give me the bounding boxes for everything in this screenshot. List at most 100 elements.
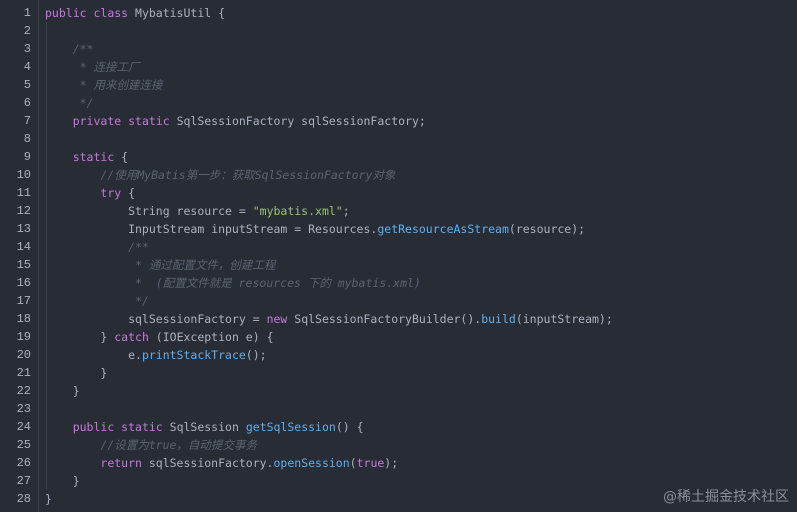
code-line[interactable]: 23	[0, 400, 797, 418]
code-token: return	[100, 456, 149, 470]
line-code: /**	[45, 40, 94, 58]
code-token: {	[218, 6, 226, 20]
code-token: (	[349, 456, 357, 470]
line-code: * 通过配置文件，创建工程	[45, 256, 275, 274]
line-number: 2	[23, 24, 31, 38]
code-token: e.	[45, 348, 142, 362]
code-line[interactable]: 6 */	[0, 94, 797, 112]
code-token: }	[45, 492, 52, 506]
code-token: private	[72, 114, 129, 128]
line-code: }	[45, 490, 52, 508]
code-token: static	[128, 114, 177, 128]
code-token: sqlSessionFactory.	[148, 456, 274, 470]
code-line[interactable]: 13 InputStream inputStream = Resources.g…	[0, 220, 797, 238]
line-code: return sqlSessionFactory.openSession(tru…	[45, 454, 398, 472]
code-line[interactable]: 5 * 用来创建连接	[0, 76, 797, 94]
line-code: private static SqlSessionFactory sqlSess…	[45, 112, 426, 130]
code-line[interactable]: 18 sqlSessionFactory = new SqlSessionFac…	[0, 310, 797, 328]
line-code: * (配置文件就是 resources 下的 mybatis.xml)	[45, 274, 421, 292]
code-editor[interactable]: 1 public class MybatisUtil {2 3 /** 4 * 连接工…	[0, 0, 797, 512]
code-line[interactable]: 20 e.printStackTrace();	[0, 346, 797, 364]
code-token: public	[45, 6, 94, 20]
code-line[interactable]: 21 }	[0, 364, 797, 382]
code-line[interactable]: 7 private static SqlSessionFactory sqlSe…	[0, 112, 797, 130]
line-number: 15	[16, 258, 31, 272]
code-token: InputStream inputStream = Resources.	[45, 222, 378, 236]
line-number: 20	[16, 348, 31, 362]
line-number: 14	[16, 240, 31, 254]
code-token: }	[45, 366, 108, 380]
code-token: * 通过配置文件，创建工程	[45, 258, 276, 272]
code-token: }	[45, 474, 80, 488]
code-line[interactable]: 1 public class MybatisUtil {	[0, 4, 797, 22]
line-code: public class MybatisUtil {	[45, 4, 225, 22]
code-line[interactable]: 4 * 连接工厂	[0, 58, 797, 76]
line-number: 25	[16, 438, 31, 452]
code-line[interactable]: 2	[0, 22, 797, 40]
code-token: public	[72, 420, 122, 434]
code-token: (resource);	[508, 222, 586, 236]
code-line[interactable]: 25 //设置为true，自动提交事务	[0, 436, 797, 454]
code-token: class	[93, 6, 136, 20]
line-code: } catch (IOException e) {	[45, 328, 273, 346]
line-code: * 用来创建连接	[45, 76, 163, 94]
code-line[interactable]: 14 /**	[0, 238, 797, 256]
line-number: 11	[16, 186, 31, 200]
code-line[interactable]: 24 public static SqlSession getSqlSessio…	[0, 418, 797, 436]
code-token: static	[72, 150, 122, 164]
code-line[interactable]: 22 }	[0, 382, 797, 400]
code-line[interactable]: 9 static {	[0, 148, 797, 166]
code-token: /**	[45, 240, 149, 254]
code-line[interactable]: 16 * (配置文件就是 resources 下的 mybatis.xml)	[0, 274, 797, 292]
line-number: 1	[23, 6, 31, 20]
code-line[interactable]: 19 } catch (IOException e) {	[0, 328, 797, 346]
indent-guide	[46, 130, 47, 148]
code-token: * 用来创建连接	[45, 78, 163, 92]
code-token: String resource =	[45, 204, 253, 218]
code-token: () {	[335, 420, 364, 434]
code-token: //使用MyBatis第一步：获取SqlSessionFactory对象	[45, 168, 396, 182]
code-line[interactable]: 10 //使用MyBatis第一步：获取SqlSessionFactory对象	[0, 166, 797, 184]
line-code: InputStream inputStream = Resources.getR…	[45, 220, 585, 238]
code-token: );	[384, 456, 399, 470]
code-token: static	[121, 420, 170, 434]
line-code: sqlSessionFactory = new SqlSessionFactor…	[45, 310, 613, 328]
code-line[interactable]: 26 return sqlSessionFactory.openSession(…	[0, 454, 797, 472]
line-code: public static SqlSession getSqlSession()…	[45, 418, 364, 436]
line-number: 27	[16, 474, 31, 488]
code-line[interactable]: 8	[0, 130, 797, 148]
code-token: MybatisUtil	[135, 6, 219, 20]
code-token: (inputStream);	[515, 312, 613, 326]
code-line[interactable]: 3 /**	[0, 40, 797, 58]
line-number: 21	[16, 366, 31, 380]
line-code: */	[45, 94, 94, 112]
code-line[interactable]: 17 */	[0, 292, 797, 310]
code-token: sqlSessionFactory =	[45, 312, 267, 326]
line-code: /**	[45, 238, 149, 256]
code-token: */	[45, 96, 94, 110]
line-number: 6	[23, 96, 31, 110]
line-code: //设置为true，自动提交事务	[45, 436, 257, 454]
line-number: 13	[16, 222, 31, 236]
code-line[interactable]: 11 try {	[0, 184, 797, 202]
code-token: build	[481, 312, 516, 326]
code-line[interactable]: 15 * 通过配置文件，创建工程	[0, 256, 797, 274]
code-token: "mybatis.xml"	[252, 204, 343, 218]
code-line[interactable]: 12 String resource = "mybatis.xml";	[0, 202, 797, 220]
line-number: 22	[16, 384, 31, 398]
line-number: 10	[16, 168, 31, 182]
line-number: 3	[23, 42, 31, 56]
code-token: {	[121, 150, 129, 164]
line-code: try {	[45, 184, 135, 202]
indent-guide	[46, 22, 47, 40]
code-token: true	[356, 456, 385, 470]
line-number: 12	[16, 204, 31, 218]
code-token: /**	[45, 42, 94, 56]
indent-guide	[46, 400, 47, 418]
line-number: 17	[16, 294, 31, 308]
line-code: * 连接工厂	[45, 58, 140, 76]
line-code: }	[45, 472, 80, 490]
